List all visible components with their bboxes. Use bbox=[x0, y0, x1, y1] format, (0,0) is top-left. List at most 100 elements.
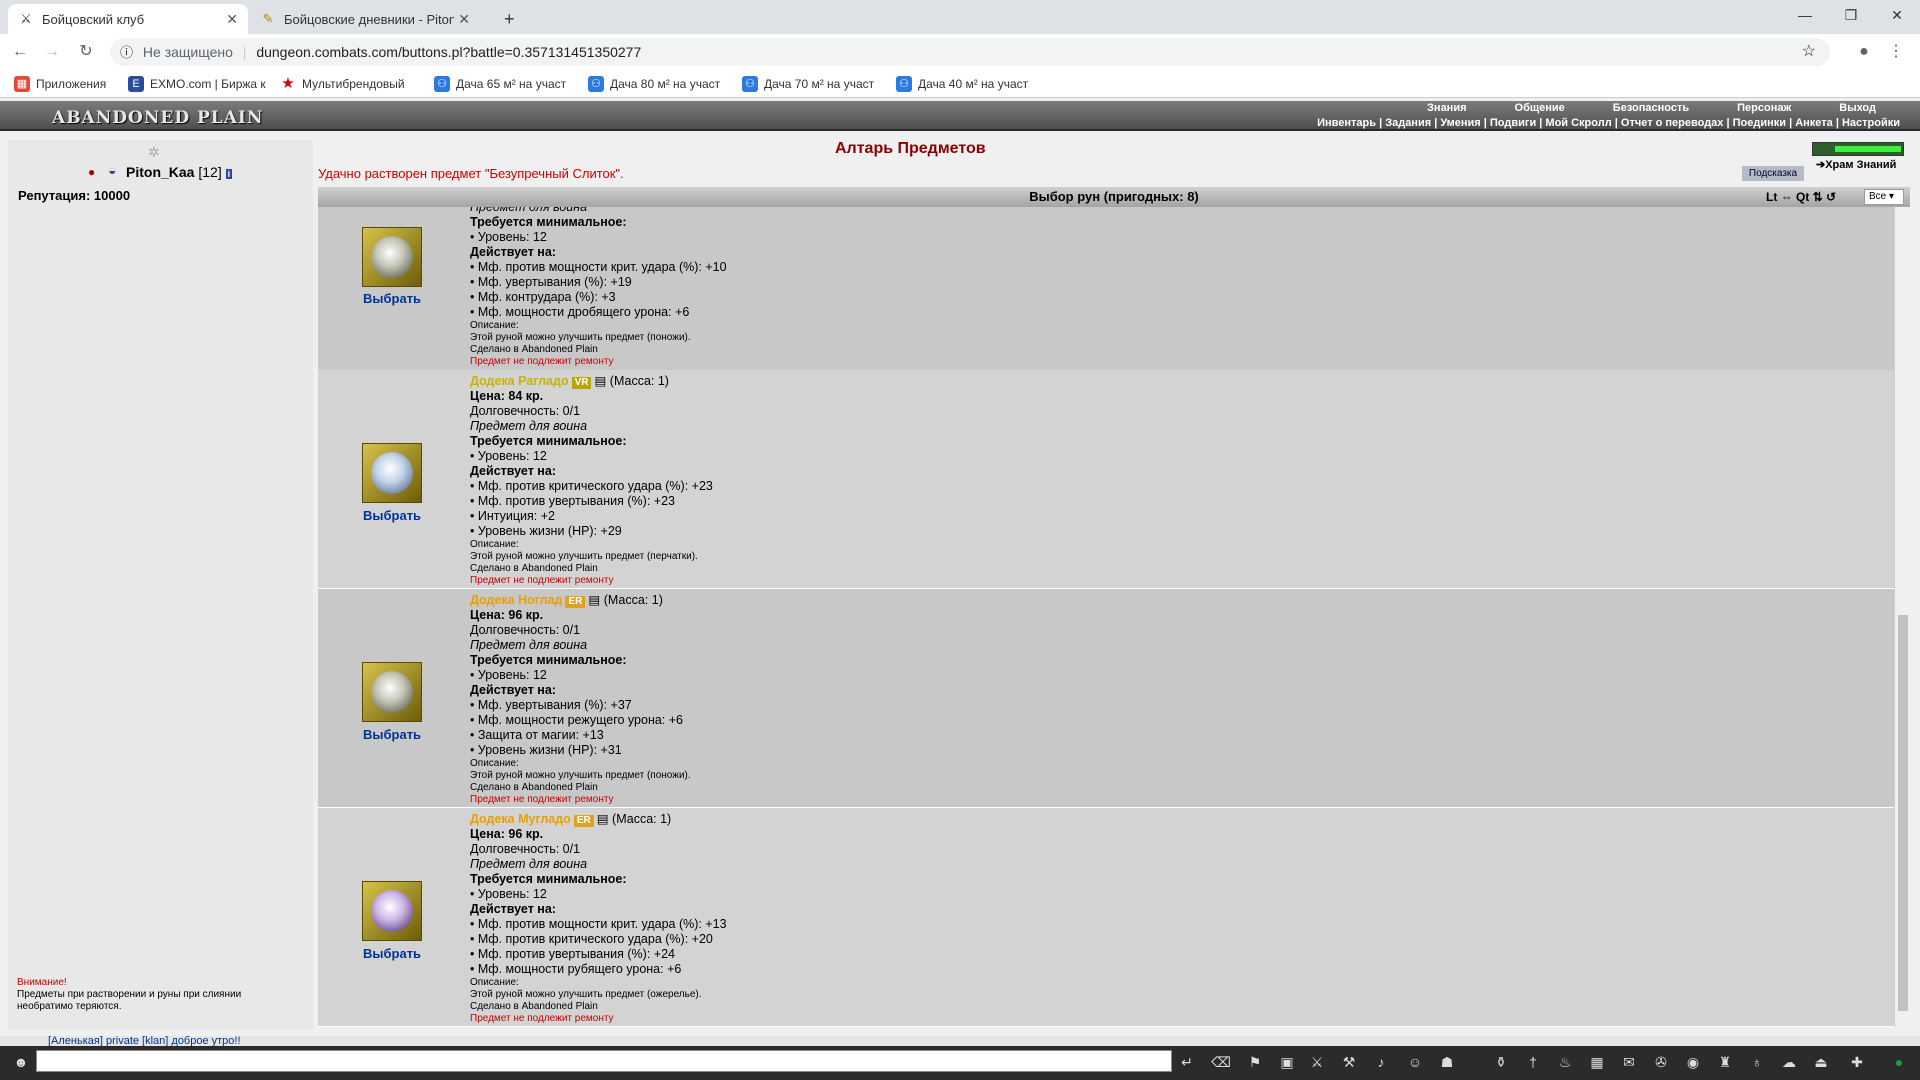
tab-fight-club[interactable]: ⚔ Бойцовский клуб ✕ bbox=[8, 4, 248, 34]
item-desc: Этой руной можно улучшить предмет (перча… bbox=[470, 551, 698, 562]
sword-icon[interactable]: † bbox=[1522, 1052, 1544, 1072]
mask-icon[interactable]: ☗ bbox=[1436, 1052, 1458, 1072]
music-icon[interactable]: ♪ bbox=[1370, 1052, 1392, 1072]
menu-security[interactable]: Безопасность bbox=[1589, 101, 1713, 115]
bottle-icon[interactable]: ♨ bbox=[1554, 1052, 1576, 1072]
potion-icon[interactable]: ⚱ bbox=[1490, 1052, 1512, 1072]
smile-icon[interactable]: ☺ bbox=[1404, 1052, 1426, 1072]
rune-image[interactable] bbox=[362, 227, 422, 287]
player-name[interactable]: Piton_Kaa [12] i bbox=[126, 164, 233, 180]
scroll-icon[interactable]: ▤ bbox=[597, 812, 609, 826]
item-desc-title: Описание: bbox=[470, 977, 519, 988]
restore-button[interactable]: ❐ bbox=[1828, 0, 1874, 30]
filter-icon[interactable]: ⚑ bbox=[1244, 1052, 1266, 1072]
clear-icon[interactable]: ⌫ bbox=[1210, 1052, 1232, 1072]
address-bar[interactable]: ⓘ Не защищено | dungeon.combats.com/butt… bbox=[110, 38, 1830, 66]
skills-icon[interactable]: ⚒ bbox=[1338, 1052, 1360, 1072]
star-icon[interactable]: ☆ bbox=[1802, 38, 1816, 66]
item-name[interactable]: Додека Ноглад bbox=[470, 593, 562, 607]
back-icon[interactable]: ← bbox=[10, 42, 30, 62]
close-window-button[interactable]: ✕ bbox=[1874, 0, 1920, 30]
scrollbar-thumb[interactable] bbox=[1898, 615, 1908, 1011]
item-durability: Долговечность: 0/1 bbox=[470, 404, 581, 418]
rune-image[interactable] bbox=[362, 443, 422, 503]
bookmark-dacha-70[interactable]: ⚇ Дача 70 м² на участ bbox=[742, 76, 874, 92]
scroll-icon[interactable]: ▤ bbox=[588, 593, 600, 607]
send-icon[interactable]: ↵ bbox=[1176, 1052, 1198, 1072]
exit-icon[interactable]: ⏏ bbox=[1810, 1052, 1832, 1072]
item-made: Сделано в Abandoned Plain bbox=[470, 782, 598, 793]
chest-icon[interactable]: ▦ bbox=[1586, 1052, 1608, 1072]
item-price: Цена: 96 кр. bbox=[470, 608, 544, 622]
menu-character[interactable]: Персонаж bbox=[1713, 101, 1815, 115]
reputation: Репутация: 10000 bbox=[18, 188, 131, 203]
bookmark-label: Дача 70 м² на участ bbox=[764, 77, 875, 91]
choose-button[interactable]: Выбрать bbox=[363, 291, 421, 306]
item-name[interactable]: Додека Мугладо bbox=[470, 812, 571, 826]
filter-select[interactable]: Все ▾ bbox=[1864, 189, 1904, 205]
hint-button[interactable]: Подсказка bbox=[1742, 166, 1804, 181]
settings-icon[interactable]: ✲ bbox=[148, 144, 160, 161]
bookmark-multibrand[interactable]: ★ Мультибрендовый bbox=[280, 76, 405, 92]
item-price: Цена: 96 кр. bbox=[470, 827, 544, 841]
target-icon[interactable]: ◉ bbox=[1682, 1052, 1704, 1072]
minimize-button[interactable]: — bbox=[1782, 0, 1828, 30]
close-icon[interactable]: ✕ bbox=[226, 11, 238, 28]
scroll-icon[interactable]: ▤ bbox=[594, 374, 606, 388]
bookmark-dacha-80[interactable]: ⚇ Дача 80 м² на участ bbox=[588, 76, 720, 92]
bookmark-dacha-40[interactable]: ⚇ Дача 40 м² на участ bbox=[896, 76, 1028, 92]
forward-icon[interactable]: → bbox=[42, 42, 62, 62]
menu-icon[interactable]: ⋮ bbox=[1886, 42, 1906, 62]
choose-button[interactable]: Выбрать bbox=[363, 508, 421, 523]
item-name[interactable]: Додека Рагладо bbox=[470, 374, 569, 388]
item-effects-title: Действует на: bbox=[470, 464, 556, 478]
info-icon[interactable]: ⓘ bbox=[120, 45, 133, 60]
account-icon[interactable]: ● bbox=[1854, 42, 1874, 62]
castle-icon[interactable]: ♜ bbox=[1714, 1052, 1736, 1072]
item-desc: Этой руной можно улучшить предмет (понож… bbox=[470, 332, 691, 343]
rune-image[interactable] bbox=[362, 662, 422, 722]
tab-diaries[interactable]: ✎ Бойцовские дневники - Piton_K ✕ bbox=[250, 4, 480, 34]
url-text: dungeon.combats.com/buttons.pl?battle=0.… bbox=[256, 44, 642, 60]
item-kind: Предмет для воина bbox=[470, 857, 588, 871]
puzzle-icon[interactable]: ✚ bbox=[1846, 1052, 1868, 1072]
chat-input[interactable] bbox=[36, 1050, 1172, 1072]
flask-icon[interactable]: ♁ bbox=[1746, 1052, 1768, 1072]
scroll-icon[interactable]: ✉ bbox=[1618, 1052, 1640, 1072]
bookmark-dacha-65[interactable]: ⚇ Дача 65 м² на участ bbox=[434, 76, 566, 92]
list-sort-tools[interactable]: Lt ⇔ Qt ⇅ ↺ bbox=[1766, 187, 1836, 207]
bookmark-label: Мультибрендовый bbox=[302, 77, 405, 91]
info-icon[interactable]: i bbox=[225, 169, 233, 179]
list-scrollbar[interactable] bbox=[1894, 207, 1910, 1027]
bookmark-apps[interactable]: ▦ Приложения bbox=[14, 76, 106, 92]
bag-icon[interactable]: ✇ bbox=[1650, 1052, 1672, 1072]
choose-button[interactable]: Выбрать bbox=[363, 946, 421, 961]
bookmarks-bar: ▦ Приложения E EXMO.com | Биржа к ★ Мультиб… bbox=[0, 70, 1920, 98]
item-repair: Предмет не подлежит ремонту bbox=[470, 575, 614, 586]
chat-line: [Аленькая] private [klan] доброе утро!! bbox=[0, 1036, 1920, 1047]
chat-icon[interactable]: ☻ bbox=[10, 1052, 32, 1072]
temple-link[interactable]: ➔Храм Знаний bbox=[1816, 158, 1896, 171]
runes-list-header: Выбор рун (пригодных: 8) bbox=[318, 187, 1910, 207]
close-icon[interactable]: ✕ bbox=[458, 11, 470, 28]
choose-button[interactable]: Выбрать bbox=[363, 727, 421, 742]
item-repair: Предмет не подлежит ремонту bbox=[470, 356, 614, 367]
bookmark-exmo[interactable]: E EXMO.com | Биржа к bbox=[128, 76, 266, 92]
menu-social[interactable]: Общение bbox=[1491, 101, 1589, 115]
sub-menu[interactable]: Инвентарь | Задания | Умения | Подвиги |… bbox=[1317, 116, 1900, 130]
save-icon[interactable]: ▣ bbox=[1276, 1052, 1298, 1072]
menu-exit[interactable]: Выход bbox=[1815, 101, 1900, 115]
temple-label: Храм Знаний bbox=[1825, 159, 1897, 171]
menu-knowledge[interactable]: Знания bbox=[1403, 101, 1490, 115]
rune-image[interactable] bbox=[362, 881, 422, 941]
item-effects-title: Действует на: bbox=[470, 245, 556, 259]
item-mass: (Масса: 1) bbox=[603, 593, 663, 607]
item-kind: Предмет для воина bbox=[470, 419, 588, 433]
cloud-icon[interactable]: ☁ bbox=[1778, 1052, 1800, 1072]
item-effect: • Мф. контрудара (%): +3 bbox=[470, 290, 616, 304]
fight-icon[interactable]: ⚔ bbox=[1306, 1052, 1328, 1072]
new-tab-button[interactable]: + bbox=[494, 4, 524, 34]
runes-list: Выбрать Предмет для воина Требуется мини… bbox=[318, 207, 1894, 1027]
item-desc: Этой руной можно улучшить предмет (понож… bbox=[470, 770, 691, 781]
reload-icon[interactable]: ↻ bbox=[76, 42, 96, 62]
